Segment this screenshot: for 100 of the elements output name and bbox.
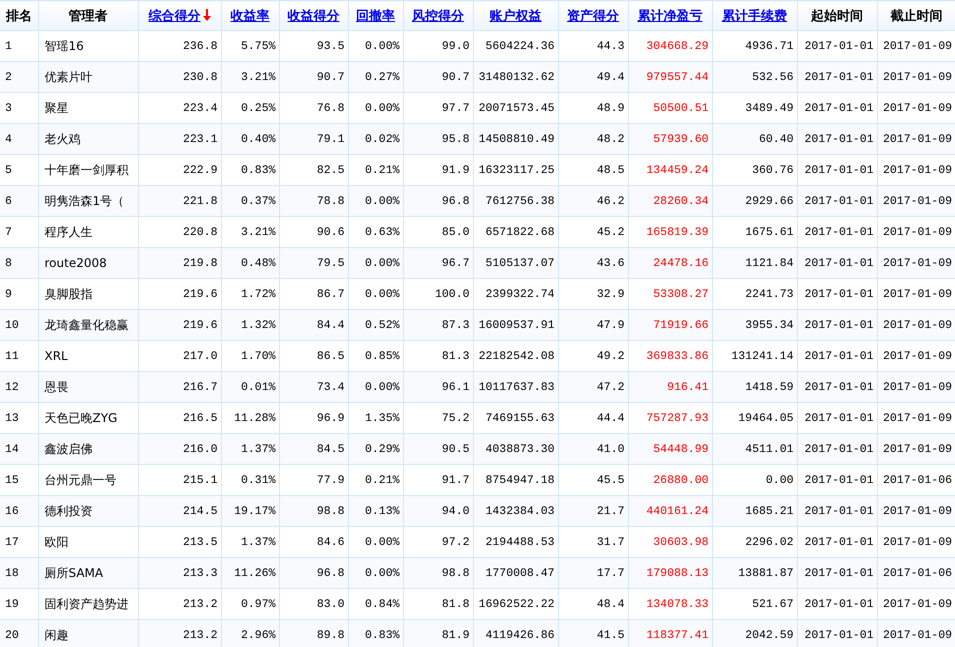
table-cell: 0.29% — [348, 434, 403, 464]
table-cell: 3955.34 — [712, 310, 797, 340]
table-cell: 2 — [0, 62, 38, 92]
table-cell: 84.4 — [279, 310, 348, 340]
table-cell: 98.8 — [279, 496, 348, 526]
table-cell: 57939.60 — [628, 124, 712, 154]
table-cell: 2017-01-01 — [797, 186, 877, 216]
column-header: 排名 — [0, 0, 38, 30]
table-cell: 60.40 — [712, 124, 797, 154]
table-cell: 43.6 — [558, 248, 628, 278]
table-cell: 230.8 — [138, 62, 221, 92]
table-cell: 96.8 — [403, 186, 473, 216]
table-cell: 7612756.38 — [473, 186, 558, 216]
table-cell: 96.8 — [279, 558, 348, 588]
table-cell: 87.3 — [403, 310, 473, 340]
table-cell: 47.9 — [558, 310, 628, 340]
table-cell: 979557.44 — [628, 62, 712, 92]
table-cell: 1.32% — [221, 310, 279, 340]
table-cell: 90.5 — [403, 434, 473, 464]
table-cell: 221.8 — [138, 186, 221, 216]
table-cell: 2929.66 — [712, 186, 797, 216]
table-cell: 20 — [0, 620, 38, 647]
column-header: 截止时间 — [877, 0, 955, 30]
table-cell: 216.0 — [138, 434, 221, 464]
table-cell: 19.17% — [221, 496, 279, 526]
table-cell: 0.00% — [348, 558, 403, 588]
table-cell: 214.5 — [138, 496, 221, 526]
table-cell: 96.7 — [403, 248, 473, 278]
sort-column-header[interactable]: 资产得分 — [558, 0, 628, 30]
manager-name-cell: 恩畏 — [38, 372, 138, 402]
table-cell: 2017-01-01 — [797, 620, 877, 647]
manager-name-cell: 优素片叶 — [38, 62, 138, 92]
sort-column-header[interactable]: 风控得分 — [403, 0, 473, 30]
table-cell: 3.21% — [221, 62, 279, 92]
table-cell: 41.0 — [558, 434, 628, 464]
table-cell: 532.56 — [712, 62, 797, 92]
table-cell: 219.8 — [138, 248, 221, 278]
table-cell: 0.00% — [348, 372, 403, 402]
table-cell: 440161.24 — [628, 496, 712, 526]
table-cell: 2017-01-09 — [877, 124, 955, 154]
table-cell: 79.5 — [279, 248, 348, 278]
sort-column-header[interactable]: 回撤率 — [348, 0, 403, 30]
table-cell: 78.8 — [279, 186, 348, 216]
sort-column-header[interactable]: 收益得分 — [279, 0, 348, 30]
table-cell: 1685.21 — [712, 496, 797, 526]
table-cell: 2017-01-09 — [877, 310, 955, 340]
table-cell: 0.01% — [221, 372, 279, 402]
table-cell: 18 — [0, 558, 38, 588]
table-cell: 6 — [0, 186, 38, 216]
table-cell: 90.7 — [279, 62, 348, 92]
table-cell: 11.26% — [221, 558, 279, 588]
table-cell: 916.41 — [628, 372, 712, 402]
table-cell: 10117637.83 — [473, 372, 558, 402]
table-cell: 2017-01-01 — [797, 434, 877, 464]
table-cell: 24478.16 — [628, 248, 712, 278]
table-cell: 2017-01-01 — [797, 124, 877, 154]
table-cell: 73.4 — [279, 372, 348, 402]
table-cell: 95.8 — [403, 124, 473, 154]
manager-name-cell: 明隽浩森1号（ — [38, 186, 138, 216]
table-cell: 2017-01-09 — [877, 248, 955, 278]
table-cell: 13881.87 — [712, 558, 797, 588]
table-cell: 2017-01-06 — [877, 558, 955, 588]
table-cell: 2017-01-01 — [797, 496, 877, 526]
column-header: 管理者 — [38, 0, 138, 30]
table-cell: 223.1 — [138, 124, 221, 154]
table-cell: 49.4 — [558, 62, 628, 92]
table-cell: 47.2 — [558, 372, 628, 402]
table-cell: 2017-01-09 — [877, 186, 955, 216]
table-cell: 8 — [0, 248, 38, 278]
table-cell: 213.2 — [138, 620, 221, 647]
table-cell: 71919.66 — [628, 310, 712, 340]
table-cell: 0.52% — [348, 310, 403, 340]
sort-column-header[interactable]: 收益率 — [221, 0, 279, 30]
table-cell: 2017-01-09 — [877, 372, 955, 402]
manager-name-cell: route2008 — [38, 248, 138, 278]
table-cell: 2017-01-09 — [877, 62, 955, 92]
sort-column-header[interactable]: 累计净盈亏 — [628, 0, 712, 30]
column-header: 起始时间 — [797, 0, 877, 30]
table-cell: 1432384.03 — [473, 496, 558, 526]
table-cell: 2017-01-01 — [797, 62, 877, 92]
table-cell: 90.7 — [403, 62, 473, 92]
table-cell: 17.7 — [558, 558, 628, 588]
manager-name-cell: 龙琦鑫量化稳赢 — [38, 310, 138, 340]
table-cell: 0.00% — [348, 186, 403, 216]
sort-column-header[interactable]: 综合得分 — [138, 0, 221, 30]
table-cell: 81.9 — [403, 620, 473, 647]
table-cell: 0.37% — [221, 186, 279, 216]
table-cell: 1770008.47 — [473, 558, 558, 588]
table-cell: 0.00% — [348, 248, 403, 278]
table-cell: 96.1 — [403, 372, 473, 402]
sort-column-header[interactable]: 累计手续费 — [712, 0, 797, 30]
table-cell: 1.37% — [221, 434, 279, 464]
table-cell: 94.0 — [403, 496, 473, 526]
table-cell: 2.96% — [221, 620, 279, 647]
table-cell: 12 — [0, 372, 38, 402]
sort-column-header[interactable]: 账户权益 — [473, 0, 558, 30]
table-cell: 84.5 — [279, 434, 348, 464]
manager-name-cell: 老火鸡 — [38, 124, 138, 154]
table-cell: 4511.01 — [712, 434, 797, 464]
table-cell: 4038873.30 — [473, 434, 558, 464]
